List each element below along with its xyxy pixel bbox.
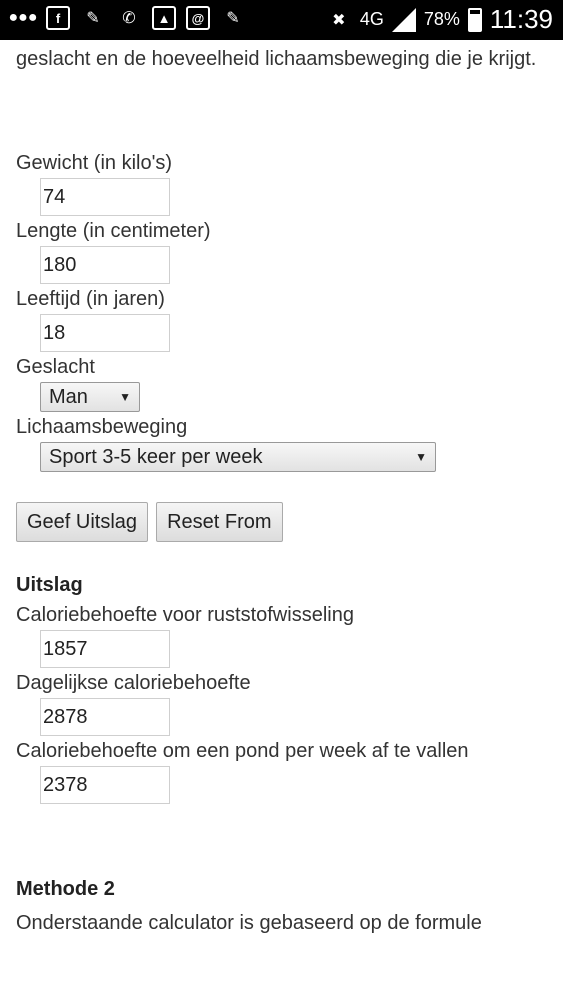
notification-icons: ●●● f ✎ ✆ ▲ @ ✎ — [8, 5, 246, 31]
dropdown-arrow-icon: ▼ — [119, 390, 131, 404]
activity-select[interactable]: Sport 3-5 keer per week ▼ — [40, 442, 436, 472]
form-buttons: Geef Uitslag Reset From — [16, 502, 547, 542]
signal-icon — [391, 7, 416, 32]
age-input[interactable]: 18 — [40, 314, 170, 352]
clock: 11:39 — [489, 4, 553, 34]
age-label: Leeftijd (in jaren) — [16, 288, 165, 310]
network-type: 4G — [359, 9, 384, 29]
intro-text: geslacht en de hoeveelheid lichaamsbeweg… — [16, 48, 537, 70]
reset-button[interactable]: Reset From — [156, 502, 283, 542]
status-bar: ●●● f ✎ ✆ ▲ @ ✎ ✖ 4G 78% 11:39 — [0, 0, 563, 40]
chat-icon: ●●● — [8, 9, 38, 26]
daily-label: Dagelijkse caloriebehoefte — [16, 672, 251, 694]
bmr-output[interactable]: 1857 — [40, 630, 170, 668]
height-input[interactable]: 180 — [40, 246, 170, 284]
gender-value: Man — [49, 386, 88, 408]
broom-icon: ✎ — [226, 10, 240, 27]
cleaner-icon: ✎ — [86, 10, 100, 27]
battery-percent: 78% — [423, 9, 460, 29]
system-icons: ✖ 4G 78% 11:39 — [326, 4, 553, 35]
facebook-icon: f — [46, 6, 70, 30]
submit-button[interactable]: Geef Uitslag — [16, 502, 149, 542]
daily-output[interactable]: 2878 — [40, 698, 170, 736]
gallery-icon: ▲ — [152, 6, 176, 30]
activity-value: Sport 3-5 keer per week — [49, 446, 263, 468]
email-icon: @ — [186, 6, 210, 30]
battery-icon — [467, 7, 482, 32]
dropdown-arrow-icon: ▼ — [415, 450, 427, 464]
gender-select[interactable]: Man ▼ — [40, 382, 140, 412]
method2-heading: Methode 2 — [16, 878, 115, 900]
result-heading: Uitslag — [16, 574, 83, 596]
mute-icon: ✖ — [332, 11, 346, 29]
page-content: geslacht en de hoeveelheid lichaamsbeweg… — [0, 40, 563, 938]
weight-input[interactable]: 74 — [40, 178, 170, 216]
lose-label: Caloriebehoefte om een pond per week af … — [16, 740, 469, 762]
height-label: Lengte (in centimeter) — [16, 220, 211, 242]
gender-label: Geslacht — [16, 356, 95, 378]
whatsapp-icon: ✆ — [122, 10, 136, 27]
bmr-label: Caloriebehoefte voor ruststofwisseling — [16, 604, 354, 626]
lose-output[interactable]: 2378 — [40, 766, 170, 804]
activity-label: Lichaamsbeweging — [16, 416, 188, 438]
weight-label: Gewicht (in kilo's) — [16, 152, 173, 174]
method2-text: Onderstaande calculator is gebaseerd op … — [16, 912, 482, 934]
